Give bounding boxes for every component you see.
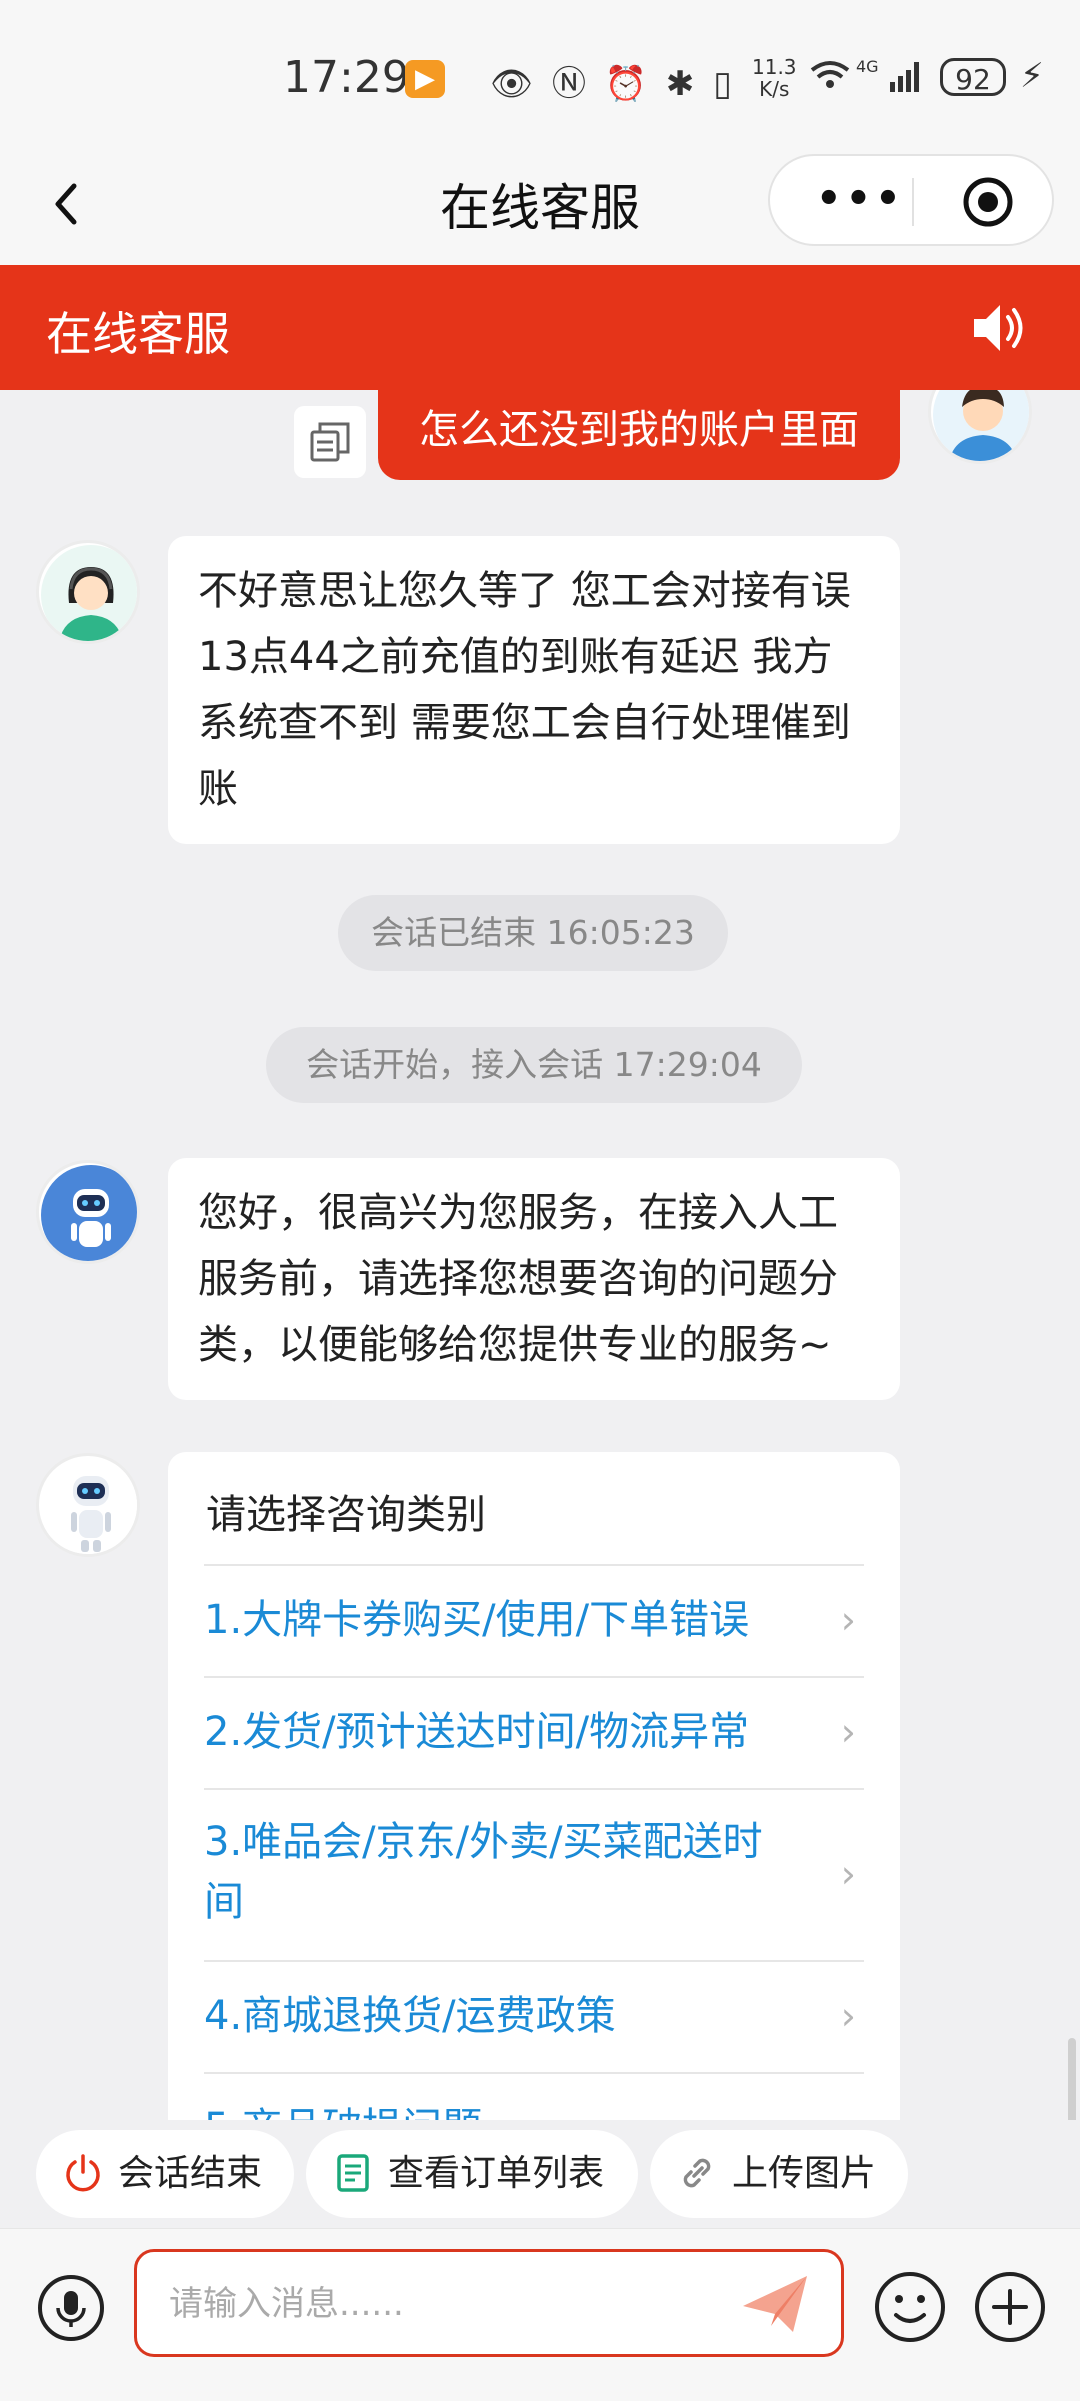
- menu-item-3[interactable]: 3.唯品会/京东/外卖/买菜配送时间 ›: [204, 1788, 864, 1960]
- chevron-right-icon: ›: [840, 1710, 856, 1754]
- message-input-bar: [0, 2228, 1080, 2401]
- menu-item-4[interactable]: 4.商城退换货/运费政策 ›: [204, 1960, 864, 2072]
- menu-item-label: 2.发货/预计送达时间/物流异常: [204, 1709, 750, 1755]
- emoji-button[interactable]: [872, 2269, 948, 2345]
- more-actions-button[interactable]: [972, 2269, 1048, 2345]
- chat-header-title: 在线客服: [46, 307, 230, 361]
- miniprogram-capsule: •••: [768, 154, 1054, 246]
- chevron-right-icon: ›: [840, 1994, 856, 2038]
- session-started-notice: 会话开始，接入会话 17:29:04: [266, 1027, 802, 1103]
- menu-item-2[interactable]: 2.发货/预计送达时间/物流异常 ›: [204, 1676, 864, 1788]
- scrollbar-thumb[interactable]: [1068, 2038, 1076, 2120]
- upload-image-button[interactable]: 上传图片: [650, 2130, 908, 2218]
- link-icon: [683, 2158, 711, 2188]
- view-orders-label: 查看订单列表: [388, 2153, 605, 2194]
- bot-message-bubble: 您好，很高兴为您服务，在接入人工服务前，请选择您想要咨询的问题分类，以便能够给您…: [168, 1158, 900, 1400]
- user-message-bubble: 怎么还没到我的账户里面: [378, 390, 900, 480]
- menu-item-1[interactable]: 1.大牌卡券购买/使用/下单错误 ›: [204, 1564, 864, 1676]
- more-button[interactable]: •••: [816, 176, 905, 222]
- session-ended-notice: 会话已结束 16:05:23: [338, 895, 728, 971]
- network-speed-unit: K/s: [759, 77, 790, 101]
- copy-button[interactable]: [294, 406, 366, 478]
- navigation-bar: 在线客服 •••: [0, 150, 1080, 265]
- menu-title: 请选择咨询类别: [206, 1492, 486, 1538]
- charging-icon: ⚡: [1020, 56, 1044, 96]
- upload-image-label: 上传图片: [732, 2153, 877, 2194]
- status-bar: 17:29 ▶ 👁 Ⓝ ⏰ ✱ ▯ 11.3 K/s 4G 92 ⚡: [0, 0, 1080, 150]
- wifi-signal-icon: 4G: [808, 56, 928, 105]
- chevron-right-icon: ›: [840, 1598, 856, 1642]
- menu-item-label: 3.唯品会/京东/外卖/买菜配送时间: [204, 1819, 763, 1925]
- robot-avatar: [36, 1160, 140, 1264]
- status-time: 17:29: [283, 52, 410, 103]
- order-list-icon: [337, 2154, 369, 2192]
- end-session-label: 会话结束: [118, 2153, 263, 2194]
- end-session-button[interactable]: 会话结束: [36, 2130, 294, 2218]
- network-speed: 11.3 K/s: [752, 56, 797, 100]
- notification-app-icon: ▶: [405, 60, 445, 98]
- menu-item-label: 4.商城退换货/运费政策: [204, 1993, 616, 2039]
- category-menu-card: 请选择咨询类别 1.大牌卡券购买/使用/下单错误 › 2.发货/预计送达时间/物…: [168, 1452, 900, 2120]
- robot-avatar: [36, 1453, 140, 1557]
- network-speed-value: 11.3: [752, 55, 797, 79]
- capsule-divider: [912, 178, 914, 226]
- network-type: 4G: [856, 57, 879, 76]
- chat-header: 在线客服: [0, 265, 1080, 390]
- quick-actions: 会话结束 查看订单列表 上传图片: [0, 2120, 1080, 2230]
- menu-item-label: 1.大牌卡券购买/使用/下单错误: [204, 1597, 750, 1643]
- view-orders-button[interactable]: 查看订单列表: [306, 2130, 638, 2218]
- chevron-right-icon: ›: [841, 2098, 856, 2120]
- chat-message-list[interactable]: 怎么还没到我的账户里面 不好意思让您久等了 您工会对接有误 13点44之前充值的…: [0, 390, 1080, 2120]
- battery-level: 92: [940, 58, 1006, 96]
- power-icon: [66, 2154, 100, 2192]
- voice-input-button[interactable]: [36, 2273, 106, 2343]
- message-input[interactable]: [167, 2274, 731, 2334]
- message-input-container: [134, 2249, 844, 2357]
- menu-item-5[interactable]: 5.商品破损问题 ›: [204, 2072, 864, 2120]
- status-icons: 👁 Ⓝ ⏰ ✱ ▯: [490, 64, 736, 104]
- chevron-right-icon: ›: [840, 1852, 856, 1896]
- menu-item-label: 5.商品破损问题: [204, 2098, 794, 2120]
- agent-avatar: [36, 540, 140, 644]
- user-avatar: [928, 390, 1032, 464]
- agent-message-bubble: 不好意思让您久等了 您工会对接有误 13点44之前充值的到账有延迟 我方系统查不…: [168, 536, 900, 844]
- speaker-button[interactable]: [970, 299, 1032, 357]
- close-miniprogram-button[interactable]: [960, 174, 1016, 230]
- send-button[interactable]: [737, 2268, 813, 2340]
- copy-icon: [310, 422, 350, 462]
